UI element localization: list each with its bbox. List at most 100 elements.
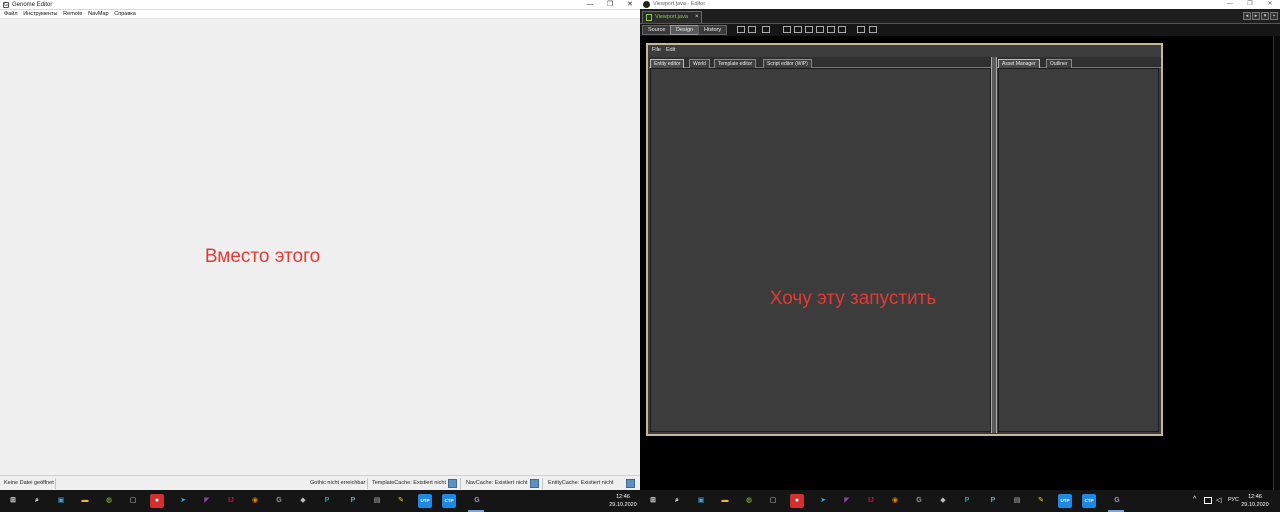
scroll-tabs-right-icon[interactable]: ▸ (1252, 12, 1260, 20)
taskbar-clock[interactable]: 12:46 29.10.2020 (1238, 493, 1272, 509)
close-button[interactable]: ✕ (620, 0, 640, 10)
close-tab-icon[interactable]: × (695, 12, 699, 23)
minimize-button[interactable]: — (580, 0, 600, 10)
menu-help[interactable]: Справка (114, 10, 136, 19)
align-left-icon[interactable] (783, 26, 791, 33)
red-app-icon[interactable]: ● (150, 494, 164, 508)
status-separator (55, 478, 56, 489)
search-icon[interactable]: ⌕ (30, 494, 44, 508)
tab-entity-editor[interactable]: Entity editor (650, 59, 685, 68)
search-icon[interactable]: ⌕ (670, 494, 684, 508)
browser-icon[interactable]: ◍ (742, 494, 756, 508)
form-menu-edit[interactable]: Edit (666, 47, 675, 54)
ctp-app-icon[interactable]: CTP (1082, 494, 1096, 508)
refresh-template-cache-icon[interactable] (448, 479, 457, 488)
intellij-icon[interactable]: IJ (864, 494, 878, 508)
task-view-icon[interactable]: ▣ (694, 494, 708, 508)
genome-icon[interactable]: G (470, 494, 484, 508)
taskbar-clock[interactable]: 12:46 29.10.2020 (606, 493, 640, 509)
align-middle-icon[interactable] (827, 26, 835, 33)
tab-outliner[interactable]: Outliner (1046, 59, 1072, 68)
menu-file[interactable]: Файл (4, 10, 18, 19)
blender-icon[interactable]: ◉ (888, 494, 902, 508)
utp-app-icon[interactable]: UTP (418, 494, 432, 508)
ctp-app-icon[interactable]: CTP (442, 494, 456, 508)
telegram-icon[interactable]: ➤ (816, 494, 830, 508)
pycharm-icon[interactable]: P (320, 494, 334, 508)
design-button[interactable]: Design (670, 25, 700, 35)
scroll-tabs-left-icon[interactable]: ◂ (1243, 12, 1251, 20)
windows-start-icon[interactable]: ⊞ (646, 494, 660, 508)
tab-asset-manager[interactable]: Asset Manager (998, 59, 1040, 68)
menu-navmap[interactable]: NavMap (88, 10, 108, 19)
minimize-button[interactable]: — (1220, 0, 1240, 9)
refresh-nav-cache-icon[interactable] (530, 479, 539, 488)
unity-icon[interactable]: ◆ (936, 494, 950, 508)
title-bar: G Genome Editor — ❐ ✕ (0, 0, 640, 10)
visual-studio-icon[interactable]: ◤ (200, 494, 214, 508)
intellij-icon[interactable]: IJ (224, 494, 238, 508)
align-center-icon[interactable] (794, 26, 802, 33)
tab-script-editor[interactable]: Script editor (WIP) (763, 59, 812, 68)
blender-icon[interactable]: ◉ (248, 494, 262, 508)
paint-icon[interactable]: ✎ (1034, 494, 1048, 508)
menu-tools[interactable]: Инструменты (23, 10, 57, 19)
align-top-icon[interactable] (816, 26, 824, 33)
maximize-button[interactable]: ❐ (600, 0, 620, 10)
tab-template-editor[interactable]: Template editor (714, 59, 757, 68)
split-pane-divider[interactable] (991, 57, 997, 433)
archive-icon[interactable]: ▤ (370, 494, 384, 508)
pycharm-alt-icon[interactable]: P (986, 494, 1000, 508)
pycharm-icon[interactable]: P (960, 494, 974, 508)
gothic-icon[interactable]: G (912, 494, 926, 508)
snipping-tool-icon[interactable]: ▢ (766, 494, 780, 508)
maximize-editor-icon[interactable]: ▪ (1270, 12, 1278, 20)
telegram-icon[interactable]: ➤ (176, 494, 190, 508)
status-separator (542, 478, 543, 489)
file-tab-viewport[interactable]: Viewport.java × (642, 11, 702, 23)
gui-form-preview[interactable]: File Edit Entity editor World Template e… (646, 43, 1163, 436)
status-separator (367, 478, 368, 489)
history-button[interactable]: History (698, 25, 728, 35)
tab-list-icon[interactable]: ▾ (1261, 12, 1269, 20)
connection-mode-icon[interactable] (748, 26, 756, 33)
tray-overflow-chevron-icon[interactable]: ^ (1193, 496, 1196, 503)
network-icon[interactable] (1204, 497, 1212, 504)
unity-icon[interactable]: ◆ (296, 494, 310, 508)
close-button[interactable]: ✕ (1260, 0, 1280, 9)
design-scrollbar[interactable] (1273, 36, 1280, 490)
visual-studio-icon[interactable]: ◤ (840, 494, 854, 508)
paint-icon[interactable]: ✎ (394, 494, 408, 508)
genome-icon[interactable]: G (1110, 494, 1124, 508)
source-button[interactable]: Source (642, 25, 672, 35)
task-view-icon[interactable]: ▣ (54, 494, 68, 508)
snipping-tool-icon[interactable]: ▢ (126, 494, 140, 508)
align-right-icon[interactable] (805, 26, 813, 33)
status-template-cache: TemplateCache: Existiert nicht (372, 480, 446, 486)
resize-vertical-icon[interactable] (869, 26, 877, 33)
refresh-entity-cache-icon[interactable] (626, 479, 635, 488)
select-mode-icon[interactable] (737, 26, 745, 33)
tab-world[interactable]: World (689, 59, 710, 68)
gothic-icon[interactable]: G (272, 494, 286, 508)
preview-icon[interactable] (762, 26, 770, 33)
file-tab-label: Viewport.java (655, 14, 688, 20)
volume-icon[interactable]: ◁ (1216, 496, 1221, 504)
align-bottom-icon[interactable] (838, 26, 846, 33)
resize-horizontal-icon[interactable] (857, 26, 865, 33)
form-menu-file[interactable]: File (652, 47, 661, 54)
pycharm-alt-icon[interactable]: P (346, 494, 360, 508)
archive-icon[interactable]: ▤ (1010, 494, 1024, 508)
title-bar: Viewport.java - Editor — ❐ ✕ (640, 0, 1280, 9)
file-explorer-icon[interactable]: ▬ (718, 494, 732, 508)
utp-app-icon[interactable]: UTP (1058, 494, 1072, 508)
file-explorer-icon[interactable]: ▬ (78, 494, 92, 508)
editor-tab-bar: Viewport.java × ◂ ▸ ▾ ▪ (640, 9, 1280, 24)
windows-start-icon[interactable]: ⊞ (6, 494, 20, 508)
design-toolbar: Source Design History (640, 24, 1280, 36)
menu-remote[interactable]: Remote (63, 10, 82, 19)
red-app-icon[interactable]: ● (790, 494, 804, 508)
browser-icon[interactable]: ◍ (102, 494, 116, 508)
maximize-button[interactable]: ❐ (1240, 0, 1260, 9)
annotation-caption: Хочу эту запустить (769, 288, 937, 309)
